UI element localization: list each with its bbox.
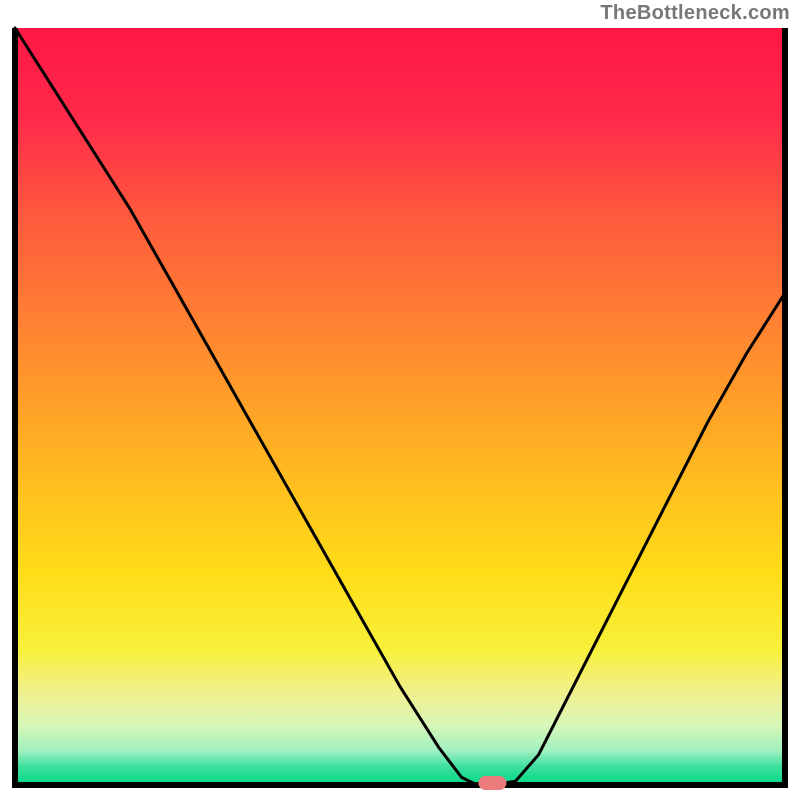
bottleneck-chart: TheBottleneck.com bbox=[0, 0, 800, 800]
plot-background bbox=[15, 28, 785, 785]
chart-svg bbox=[0, 0, 800, 800]
optimal-marker bbox=[478, 776, 506, 790]
brand-watermark: TheBottleneck.com bbox=[600, 2, 790, 25]
